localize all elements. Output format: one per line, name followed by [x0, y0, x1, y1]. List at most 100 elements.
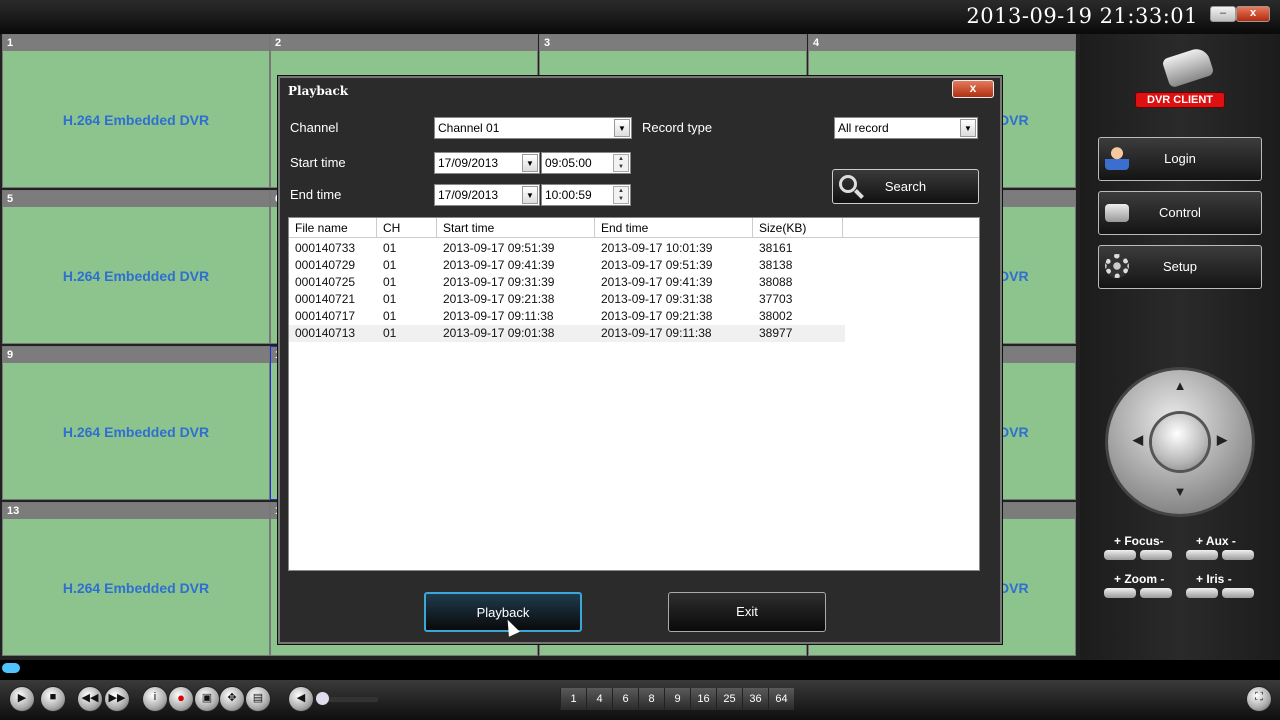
fast-forward-icon[interactable]: ▶▶: [105, 687, 129, 711]
split-8-button[interactable]: 8: [638, 688, 664, 710]
rewind-icon[interactable]: ◀◀: [78, 687, 102, 711]
chevron-down-icon[interactable]: ▼: [614, 119, 630, 137]
split-9-button[interactable]: 9: [664, 688, 690, 710]
dvr-client-logo: DVR CLIENT: [1135, 42, 1225, 118]
iris-minus-button[interactable]: [1222, 588, 1254, 598]
cell-label: H.264 Embedded DVR: [62, 112, 210, 128]
split-25-button[interactable]: 25: [716, 688, 742, 710]
datetime-display: 2013-09-19 21:33:01: [966, 4, 1198, 28]
ptz-icon[interactable]: ✥: [220, 687, 244, 711]
dialog-close-icon[interactable]: x: [952, 80, 994, 98]
split-64-button[interactable]: 64: [768, 688, 794, 710]
zoom-minus-button[interactable]: [1140, 588, 1172, 598]
aux-plus-button[interactable]: [1186, 550, 1218, 560]
volume-slider-handle[interactable]: [316, 692, 329, 705]
start-time-cell: 2013-09-17 09:31:39: [443, 275, 555, 289]
iris-plus-button[interactable]: [1186, 588, 1218, 598]
end-time-spinner[interactable]: 10:00:59 ▲ ▼: [541, 184, 631, 206]
arrow-right-icon[interactable]: ▶: [1214, 432, 1230, 448]
column-start-time[interactable]: Start time: [437, 218, 595, 238]
arrow-left-icon[interactable]: ◀: [1130, 432, 1146, 448]
end-date-picker[interactable]: 17/09/2013 ▼: [434, 184, 540, 206]
split-16-button[interactable]: 16: [690, 688, 716, 710]
login-button[interactable]: Login: [1098, 137, 1262, 181]
info-glyph: i: [153, 691, 157, 703]
volume-icon[interactable]: ◀: [289, 687, 313, 711]
start-time-cell: 2013-09-17 09:21:38: [443, 292, 555, 306]
start-time-spinner[interactable]: 09:05:00 ▲ ▼: [541, 152, 631, 174]
arrow-up-icon[interactable]: ▲: [1172, 378, 1188, 393]
aux-minus-button[interactable]: [1222, 550, 1254, 560]
file-name-cell: 000140733: [295, 241, 356, 255]
stop-icon[interactable]: ■: [41, 687, 65, 711]
arrow-down-icon[interactable]: ▼: [1172, 484, 1188, 499]
fullscreen-icon[interactable]: ⛶: [1247, 687, 1271, 711]
column-ch[interactable]: CH: [377, 218, 437, 238]
chevron-down-icon[interactable]: ▼: [960, 119, 976, 137]
ch-cell: 01: [383, 292, 397, 306]
snapshot-glyph: ▣: [201, 692, 213, 704]
table-row[interactable]: 000140721 01 2013-09-17 09:21:38 2013-09-17…: [289, 291, 845, 308]
end-time-cell: 2013-09-17 09:31:38: [601, 292, 713, 306]
ch-cell: 01: [383, 309, 397, 323]
size-cell: 38161: [759, 241, 793, 255]
search-icon-handle: [854, 189, 864, 199]
minimize-icon[interactable]: –: [1210, 6, 1236, 22]
column-end-time[interactable]: End time: [595, 218, 753, 238]
file-name-cell: 000140725: [295, 275, 356, 289]
video-cell[interactable]: 1 H.264 Embedded DVR: [2, 34, 270, 188]
spinner-arrows-icon[interactable]: ▲ ▼: [613, 186, 629, 204]
split-6-button[interactable]: 6: [612, 688, 638, 710]
split-1-button[interactable]: 1: [560, 688, 586, 710]
record-file-list[interactable]: File name CH Start time End time Size(KB…: [288, 217, 980, 571]
table-row[interactable]: 000140729 01 2013-09-17 09:41:39 2013-09-17…: [289, 257, 845, 274]
cell-number: 4: [809, 35, 1075, 51]
ptz-joystick[interactable]: ▲ ▼ ◀ ▶: [1108, 370, 1252, 514]
control-button[interactable]: Control: [1098, 191, 1262, 235]
start-time-cell: 2013-09-17 09:41:39: [443, 258, 555, 272]
cell-number: 1: [3, 35, 269, 51]
size-cell: 38977: [759, 326, 793, 340]
fullscreen-glyph: ⛶: [1255, 691, 1263, 703]
search-button[interactable]: Search: [832, 169, 979, 204]
focus-minus-button[interactable]: [1140, 550, 1172, 560]
split-screen-icon[interactable]: ▤: [246, 687, 270, 711]
table-row[interactable]: 000140713 01 2013-09-17 09:01:38 2013-09-17…: [289, 325, 845, 342]
table-row[interactable]: 000140717 01 2013-09-17 09:11:38 2013-09-17…: [289, 308, 845, 325]
ptz-center-button[interactable]: [1152, 414, 1208, 470]
channel-select[interactable]: Channel 01 ▼: [434, 117, 632, 139]
chevron-down-icon[interactable]: ▼: [522, 154, 538, 172]
channel-label: Channel: [290, 120, 339, 135]
start-date-picker[interactable]: 17/09/2013 ▼: [434, 152, 540, 174]
table-row[interactable]: 000140725 01 2013-09-17 09:31:39 2013-09-17…: [289, 274, 845, 291]
setup-button[interactable]: Setup: [1098, 245, 1262, 289]
aux-label: + Aux -: [1196, 534, 1236, 548]
exit-button[interactable]: Exit: [668, 592, 826, 632]
column-size[interactable]: Size(KB): [753, 218, 843, 238]
info-icon[interactable]: i: [143, 687, 167, 711]
video-cell[interactable]: 13 H.264 Embedded DVR: [2, 502, 270, 656]
iris-label: + Iris -: [1196, 572, 1232, 586]
ch-cell: 01: [383, 275, 397, 289]
focus-label: + Focus-: [1114, 534, 1164, 548]
split-4-button[interactable]: 4: [586, 688, 612, 710]
cell-number: 3: [540, 35, 806, 51]
volume-glyph: ◀: [296, 692, 306, 704]
record-type-select[interactable]: All record ▼: [834, 117, 978, 139]
close-icon[interactable]: x: [1236, 6, 1270, 22]
zoom-plus-button[interactable]: [1104, 588, 1136, 598]
spinner-arrows-icon[interactable]: ▲ ▼: [613, 154, 629, 172]
cell-number: 2: [271, 35, 537, 51]
video-cell[interactable]: 5 H.264 Embedded DVR: [2, 190, 270, 344]
split-36-button[interactable]: 36: [742, 688, 768, 710]
table-row[interactable]: 000140733 01 2013-09-17 09:51:39 2013-09-17…: [289, 240, 845, 257]
user-icon: [1105, 146, 1129, 170]
play-icon[interactable]: ▶: [10, 687, 34, 711]
cell-label: H.264 Embedded DVR: [62, 424, 210, 440]
video-cell[interactable]: 9 H.264 Embedded DVR: [2, 346, 270, 500]
record-icon[interactable]: ●: [169, 687, 193, 711]
snapshot-icon[interactable]: ▣: [195, 687, 219, 711]
chevron-down-icon[interactable]: ▼: [522, 186, 538, 204]
column-file-name[interactable]: File name: [289, 218, 377, 238]
focus-plus-button[interactable]: [1104, 550, 1136, 560]
